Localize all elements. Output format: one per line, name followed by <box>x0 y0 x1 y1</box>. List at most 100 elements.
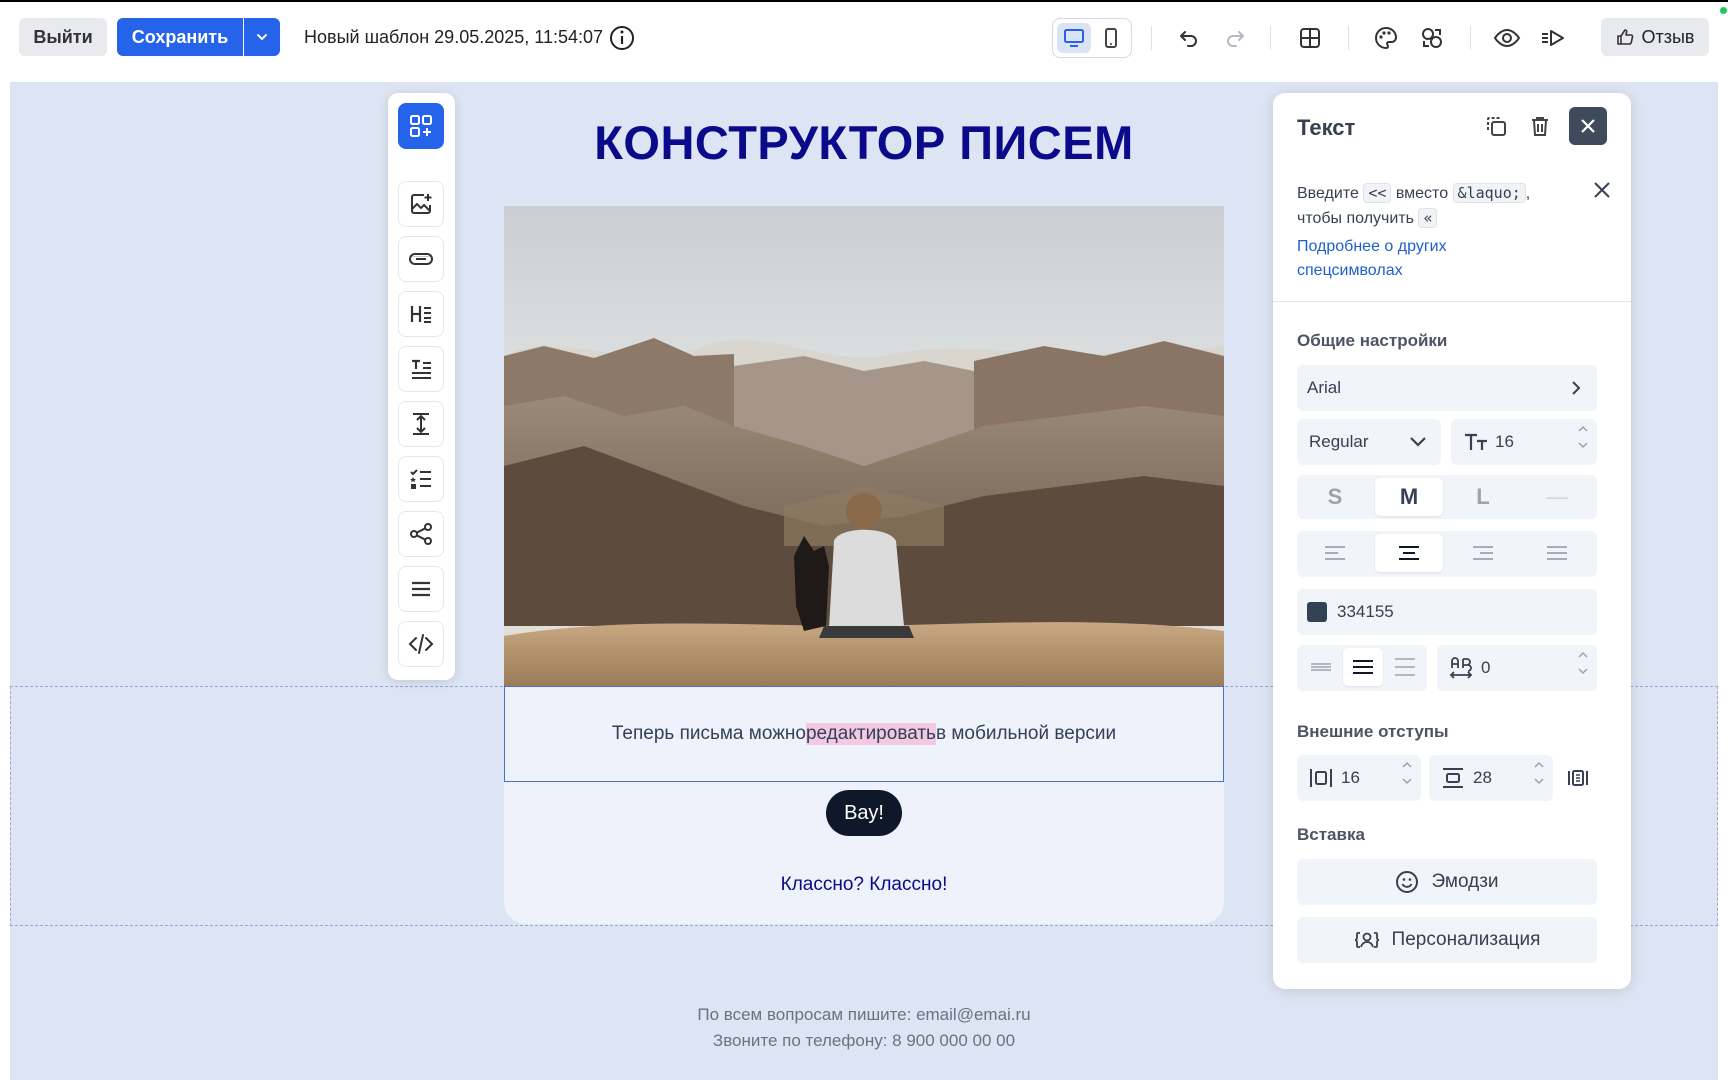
font-size-icon <box>1465 433 1487 450</box>
panel-divider <box>1273 301 1631 302</box>
grid-layout-icon <box>1300 28 1320 48</box>
layout-button[interactable] <box>1294 22 1326 54</box>
spacer-block-button[interactable] <box>398 401 444 447</box>
divider-block-button[interactable] <box>398 566 444 612</box>
stepper-arrows[interactable] <box>1577 651 1589 675</box>
text-settings-panel: Текст Введите << вместо &laquo;, чтобы п… <box>1273 93 1631 989</box>
color-hex-value[interactable]: 334155 <box>1337 602 1394 622</box>
chevron-up-icon <box>1534 761 1544 768</box>
margin-horizontal-stepper[interactable]: 16 <box>1297 755 1421 801</box>
duplicate-button[interactable] <box>1477 107 1515 145</box>
mobile-view-button[interactable] <box>1094 23 1128 53</box>
personalization-label: Персонализация <box>1391 929 1541 950</box>
send-test-button[interactable] <box>1537 22 1569 54</box>
eye-icon <box>1493 28 1521 48</box>
text-color-picker[interactable]: 334155 <box>1297 589 1597 635</box>
insert-heading: Вставка <box>1297 825 1365 844</box>
size-l-option[interactable]: L <box>1449 478 1517 516</box>
emoji-button[interactable]: Эмодзи <box>1297 859 1597 905</box>
font-weight-select[interactable]: Regular <box>1297 419 1441 465</box>
add-block-button[interactable] <box>398 103 444 149</box>
hero-image[interactable] <box>504 206 1224 686</box>
line-height-large-button[interactable] <box>1385 648 1425 686</box>
line-height-medium-button[interactable] <box>1343 648 1383 686</box>
heading-block-button[interactable] <box>398 291 444 337</box>
email-footer-line[interactable]: По всем вопросам пишите: email@emai.ru <box>504 1005 1224 1025</box>
letter-spacing-stepper[interactable]: 0 <box>1437 645 1597 691</box>
text-selection-highlight[interactable]: редактировать <box>805 723 936 745</box>
close-icon <box>1581 119 1595 133</box>
email-cta-button[interactable]: Вау! <box>826 790 902 836</box>
email-footer-line[interactable]: Звоните по телефону: 8 900 000 00 00 <box>504 1031 1224 1051</box>
exit-button[interactable]: Выйти <box>19 18 107 56</box>
text-block-selected[interactable]: Теперь письма можно редактировать в моби… <box>504 686 1224 782</box>
theme-button[interactable] <box>1370 22 1402 54</box>
convert-button[interactable] <box>1416 22 1448 54</box>
close-panel-button[interactable] <box>1569 107 1607 145</box>
stepper-arrows[interactable] <box>1577 425 1589 449</box>
text-block-button[interactable] <box>398 346 444 392</box>
list-block-button[interactable] <box>398 456 444 502</box>
info-icon[interactable] <box>608 24 636 52</box>
thumbs-up-icon <box>1616 29 1633 45</box>
size-m-option[interactable]: M <box>1375 478 1443 516</box>
stepper-arrows[interactable] <box>1533 761 1545 785</box>
save-options-button[interactable] <box>244 18 280 56</box>
device-switcher <box>1052 18 1132 58</box>
chevron-down-icon <box>1578 442 1588 449</box>
margin-horizontal-value: 16 <box>1341 768 1360 787</box>
line-height-small-icon <box>1311 663 1331 671</box>
size-none-option[interactable]: — <box>1523 478 1591 516</box>
chevron-down-icon <box>1534 778 1544 785</box>
stepper-arrows[interactable] <box>1401 761 1413 785</box>
panel-title: Текст <box>1297 115 1356 140</box>
special-chars-link[interactable]: Подробнее о других спецсимволах <box>1297 235 1537 283</box>
chevron-up-icon <box>1402 761 1412 768</box>
blocks-toolbar <box>388 93 455 680</box>
save-button[interactable]: Сохранить <box>117 18 243 56</box>
font-family-value: Arial <box>1307 378 1342 397</box>
share-icon <box>410 523 432 545</box>
align-left-button[interactable] <box>1301 534 1369 572</box>
desktop-view-button[interactable] <box>1057 23 1091 53</box>
document-title: Новый шаблон 29.05.2025, 11:54:07 <box>304 27 603 47</box>
toolbar-divider <box>1348 26 1349 50</box>
line-height-group <box>1297 645 1427 691</box>
hint-code: << <box>1363 183 1392 203</box>
align-justify-button[interactable] <box>1523 534 1591 572</box>
line-height-small-button[interactable] <box>1301 648 1341 686</box>
line-height-large-icon <box>1395 658 1415 676</box>
social-block-button[interactable] <box>398 511 444 557</box>
image-add-icon <box>411 194 432 214</box>
margin-vertical-value: 28 <box>1473 768 1492 787</box>
preview-button[interactable] <box>1491 22 1523 54</box>
size-s-option[interactable]: S <box>1301 478 1369 516</box>
delete-button[interactable] <box>1521 107 1559 145</box>
code-icon <box>408 634 434 654</box>
swap-icon <box>1422 28 1442 48</box>
email-link-text[interactable]: Классно? Классно! <box>504 874 1224 896</box>
image-block-button[interactable] <box>398 181 444 227</box>
personalization-button[interactable]: Персонализация <box>1297 917 1597 963</box>
email-heading[interactable]: КОНСТРУКТОР ПИСЕМ <box>504 115 1224 170</box>
margins-heading: Внешние отступы <box>1297 722 1449 741</box>
redo-button[interactable] <box>1219 22 1251 54</box>
align-right-button[interactable] <box>1449 534 1517 572</box>
button-block-button[interactable] <box>398 236 444 282</box>
letter-spacing-icon <box>1449 657 1473 679</box>
font-size-stepper[interactable]: 16 <box>1451 419 1597 465</box>
align-center-button[interactable] <box>1375 534 1443 572</box>
undo-button[interactable] <box>1173 22 1205 54</box>
font-family-select[interactable]: Arial <box>1297 365 1597 411</box>
feedback-button[interactable]: Отзыв <box>1601 18 1709 56</box>
text-size-preset: S M L — <box>1297 475 1597 519</box>
heading-icon <box>410 306 431 323</box>
color-swatch[interactable] <box>1307 602 1327 622</box>
html-block-button[interactable] <box>398 621 444 667</box>
close-hint-button[interactable] <box>1589 177 1615 203</box>
text-part: Теперь письма можно <box>611 723 806 744</box>
margins-advanced-button[interactable] <box>1563 763 1593 793</box>
spacer-icon <box>413 413 429 435</box>
margin-vertical-stepper[interactable]: 28 <box>1429 755 1553 801</box>
hint-code: &laquo; <box>1452 183 1526 203</box>
